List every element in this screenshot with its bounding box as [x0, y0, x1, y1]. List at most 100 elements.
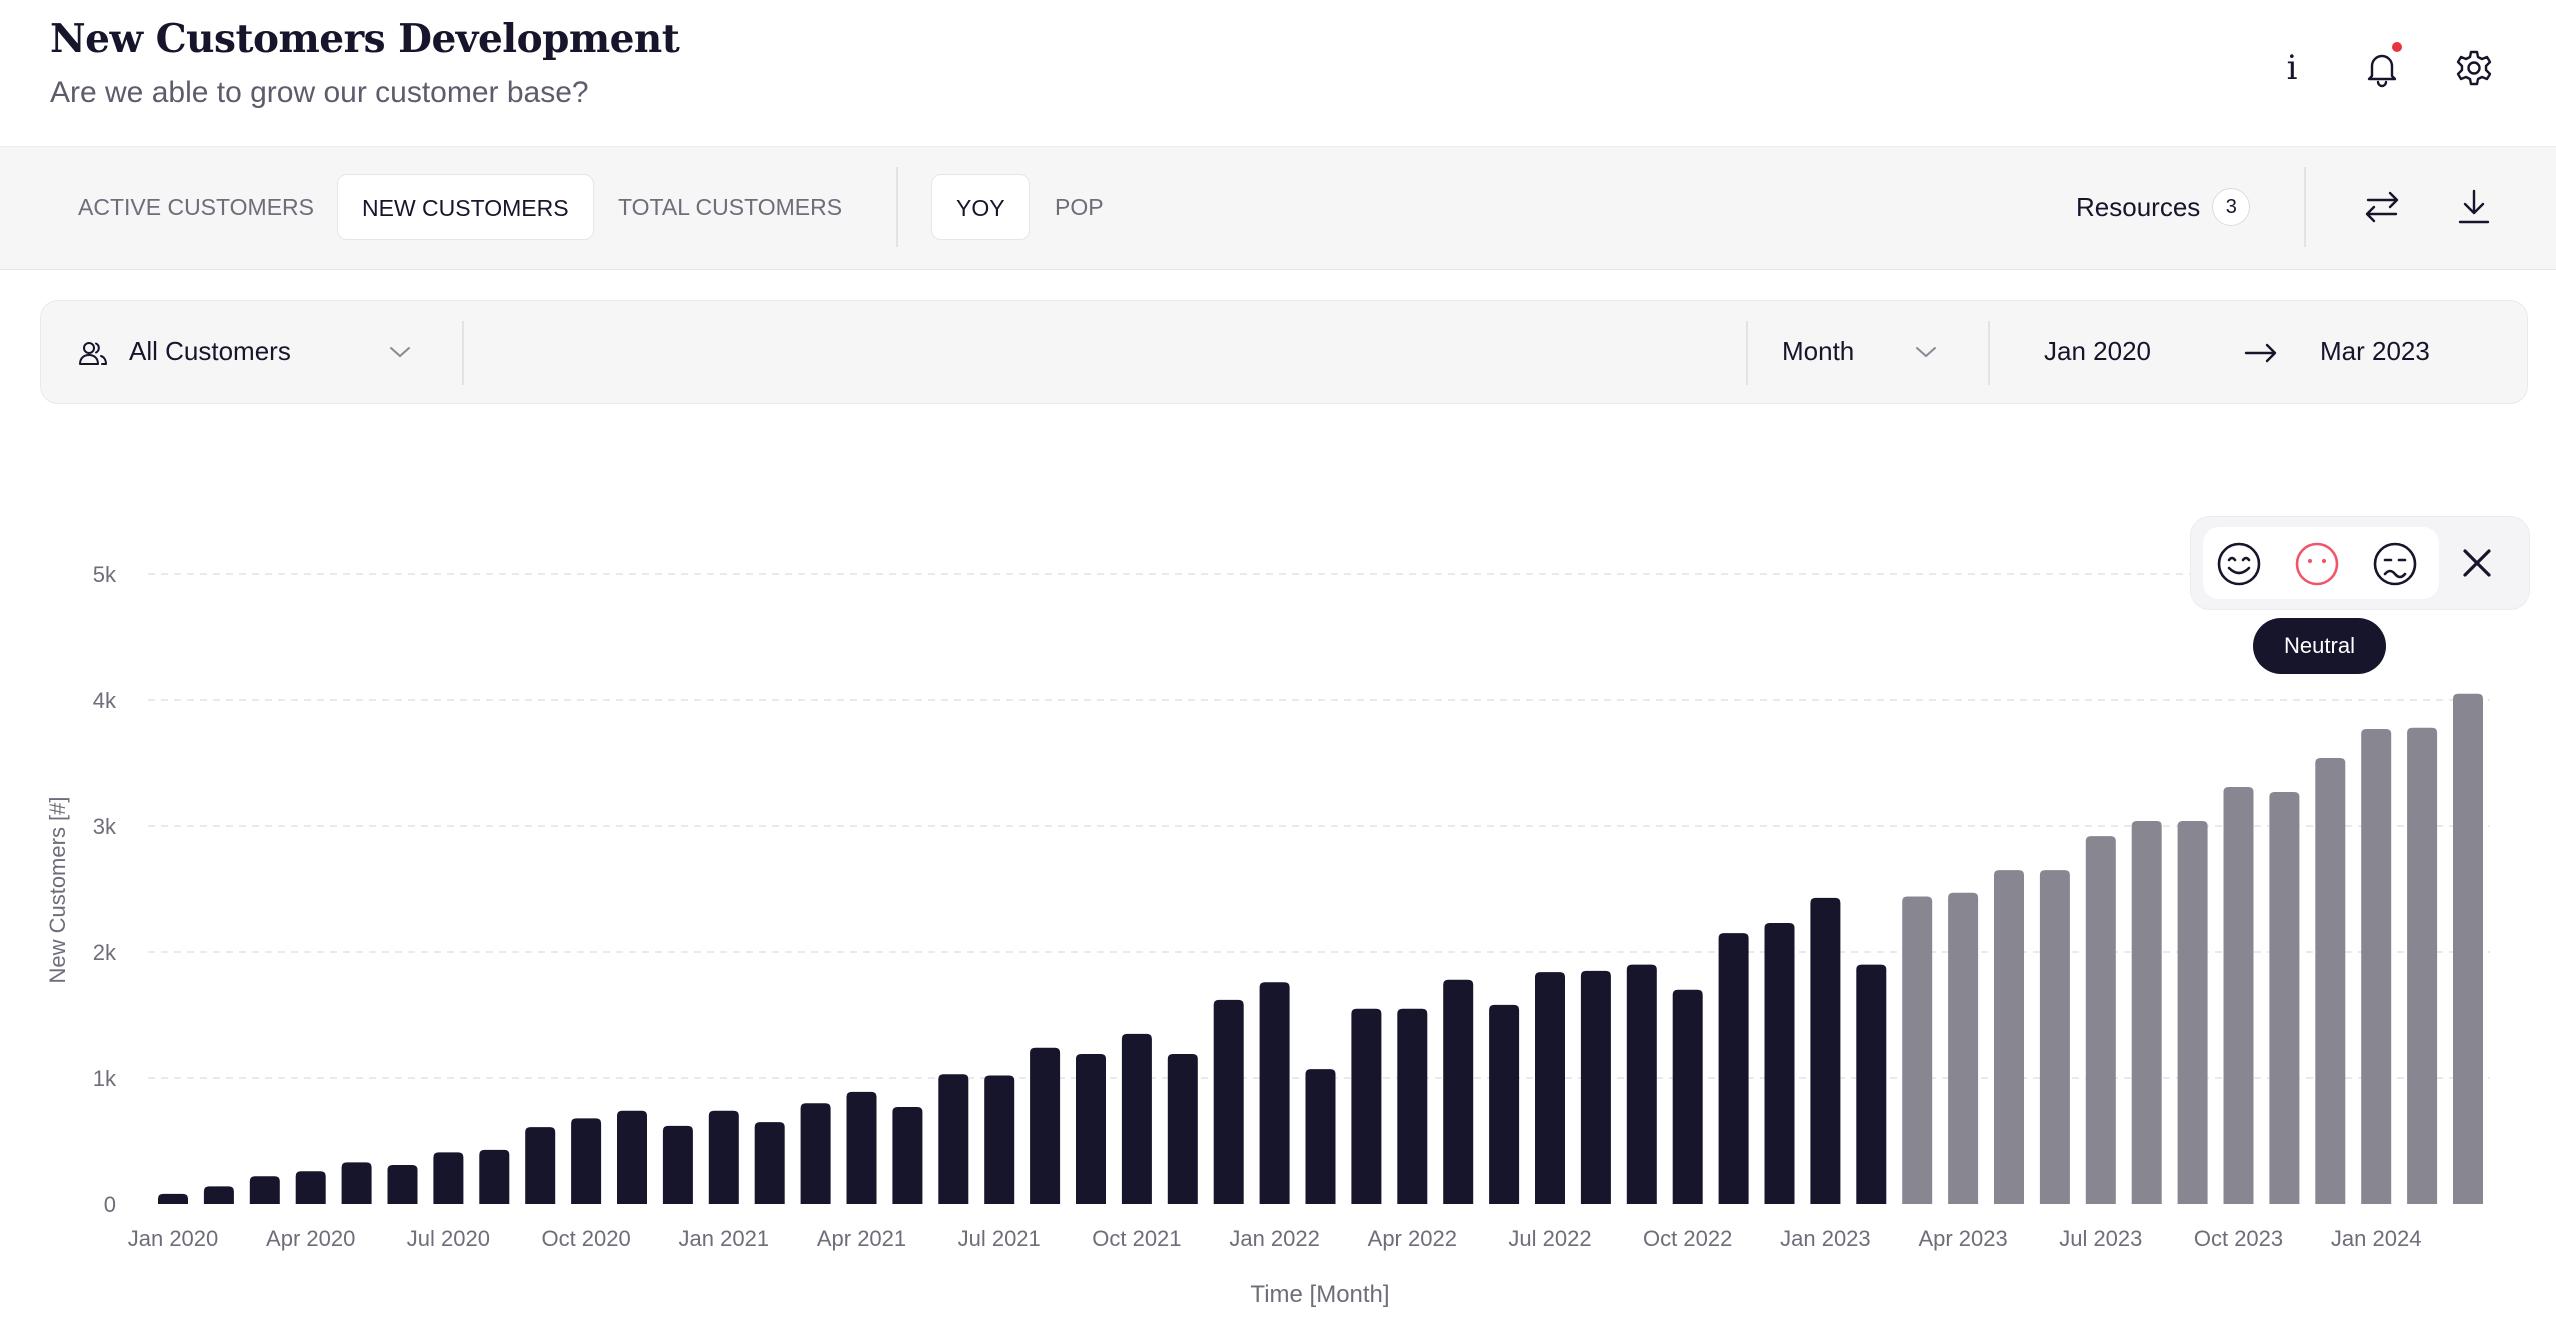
download-icon[interactable]	[2452, 185, 2496, 229]
page-title: New Customers Development	[50, 16, 680, 62]
page-header: New Customers Development Are we able to…	[0, 0, 2556, 146]
bar-forecast[interactable]	[2407, 727, 2438, 1204]
y-tick-label: 4k	[93, 688, 117, 713]
x-tick-label: Apr 2022	[1368, 1226, 1457, 1251]
x-tick-label: Oct 2023	[2194, 1226, 2283, 1251]
sad-face-icon[interactable]	[2371, 540, 2419, 588]
x-tick-label: Oct 2021	[1092, 1226, 1181, 1251]
info-icon[interactable]: i	[2270, 46, 2314, 90]
bar-forecast[interactable]	[2315, 757, 2346, 1204]
bar-actual[interactable]	[617, 1110, 647, 1204]
granularity-select[interactable]: Month	[1782, 336, 1854, 367]
notification-dot	[2392, 42, 2402, 52]
x-tick-label: Apr 2023	[1918, 1226, 2007, 1251]
toolbar-divider	[896, 167, 898, 247]
x-tick-label: Apr 2021	[817, 1226, 906, 1251]
bar-actual[interactable]	[1213, 999, 1244, 1204]
bar-actual[interactable]	[1030, 1047, 1061, 1204]
neutral-face-icon[interactable]	[2293, 540, 2341, 588]
bar-actual[interactable]	[1810, 897, 1841, 1204]
bar-actual[interactable]	[1580, 970, 1611, 1204]
bar-actual[interactable]	[662, 1125, 693, 1204]
x-tick-label: Jul 2020	[407, 1226, 490, 1251]
close-icon[interactable]	[2455, 541, 2499, 585]
bar-actual[interactable]	[708, 1110, 739, 1204]
bar-actual[interactable]	[892, 1106, 923, 1204]
bar-actual[interactable]	[1489, 1004, 1520, 1204]
bar-forecast[interactable]	[1902, 896, 1933, 1204]
bar-actual[interactable]	[525, 1127, 556, 1204]
bar-actual[interactable]	[1764, 923, 1795, 1204]
bar-actual[interactable]	[433, 1152, 464, 1204]
chevron-down-icon[interactable]	[387, 339, 413, 365]
bar-actual[interactable]	[203, 1186, 234, 1204]
bar-actual[interactable]	[846, 1091, 877, 1204]
resources-label: Resources	[2076, 191, 2201, 222]
resources-button[interactable]: Resources 3	[2076, 184, 2251, 230]
bell-icon[interactable]	[2360, 42, 2404, 90]
x-tick-label: Oct 2022	[1643, 1226, 1732, 1251]
bar-actual[interactable]	[1076, 1054, 1106, 1204]
date-from-input[interactable]: Jan 2020	[2044, 336, 2151, 367]
bar-actual[interactable]	[800, 1103, 831, 1204]
y-tick-label: 3k	[93, 814, 117, 839]
bar-actual[interactable]	[984, 1075, 1015, 1204]
x-tick-label: Oct 2020	[541, 1226, 630, 1251]
bar-forecast[interactable]	[1994, 870, 2024, 1204]
new-customers-bar-chart: 0 1k 2k 3k 4k 5k Jan 2020 Apr 2020 Jul 2020 Oct 2…	[45, 562, 2490, 1308]
bar-forecast[interactable]	[2269, 791, 2300, 1204]
x-tick-label: Jul 2023	[2059, 1226, 2142, 1251]
tab-total-customers[interactable]: TOTAL CUSTOMERS	[594, 174, 866, 240]
feedback-options	[2203, 527, 2439, 599]
tab-active-customers[interactable]: ACTIVE CUSTOMERS	[54, 174, 338, 240]
gear-icon[interactable]	[2452, 46, 2496, 90]
x-tick-label: Jul 2021	[958, 1226, 1041, 1251]
happy-face-icon[interactable]	[2215, 540, 2263, 588]
filter-divider	[1988, 321, 1990, 385]
x-tick-label: Jul 2022	[1508, 1226, 1591, 1251]
bar-actual[interactable]	[1718, 933, 1749, 1204]
bar-actual[interactable]	[938, 1074, 969, 1204]
bar-actual[interactable]	[387, 1164, 418, 1204]
bar-actual[interactable]	[1856, 964, 1887, 1204]
bar-actual[interactable]	[571, 1118, 602, 1204]
bar-actual[interactable]	[479, 1149, 510, 1204]
x-tick-label: Jan 2020	[128, 1226, 219, 1251]
y-tick-label: 2k	[93, 940, 117, 965]
bar-actual[interactable]	[295, 1171, 326, 1204]
bar-actual[interactable]	[1672, 989, 1703, 1204]
bar-actual[interactable]	[1443, 979, 1474, 1204]
x-tick-label: Apr 2020	[266, 1226, 355, 1251]
bar-forecast[interactable]	[2453, 693, 2483, 1204]
bar-actual[interactable]	[1259, 982, 1290, 1204]
bar-forecast[interactable]	[2085, 836, 2116, 1204]
bar-actual[interactable]	[1351, 1008, 1382, 1204]
bar-forecast[interactable]	[2223, 786, 2254, 1204]
bar-forecast[interactable]	[1948, 892, 1979, 1204]
bar-actual[interactable]	[1397, 1008, 1428, 1204]
bar-actual[interactable]	[754, 1122, 785, 1204]
bar-actual[interactable]	[1535, 972, 1565, 1204]
segment-select[interactable]: All Customers	[129, 336, 291, 367]
swap-icon[interactable]	[2360, 185, 2404, 229]
x-axis-label: Time [Month]	[1250, 1281, 1389, 1308]
date-to-input[interactable]: Mar 2023	[2320, 336, 2430, 367]
filter-divider	[1746, 321, 1748, 385]
bar-actual[interactable]	[158, 1193, 188, 1204]
tab-new-customers[interactable]: NEW CUSTOMERS	[337, 174, 594, 240]
bar-actual[interactable]	[1167, 1054, 1198, 1204]
users-icon	[77, 337, 109, 369]
bar-actual[interactable]	[249, 1176, 280, 1204]
bar-actual[interactable]	[341, 1162, 372, 1204]
bar-actual[interactable]	[1626, 964, 1657, 1204]
tab-pop[interactable]: POP	[1031, 174, 1128, 240]
bar-forecast[interactable]	[2177, 820, 2208, 1204]
filter-bar: All Customers Month Jan 2020 Mar 2023	[40, 300, 2528, 404]
bar-forecast[interactable]	[2039, 870, 2070, 1204]
chevron-down-icon[interactable]	[1913, 339, 1939, 365]
tab-yoy[interactable]: YOY	[931, 174, 1030, 240]
bar-actual[interactable]	[1121, 1033, 1152, 1204]
bar-forecast[interactable]	[2131, 820, 2162, 1204]
bar-actual[interactable]	[1305, 1069, 1336, 1204]
bar-forecast[interactable]	[2361, 728, 2392, 1204]
